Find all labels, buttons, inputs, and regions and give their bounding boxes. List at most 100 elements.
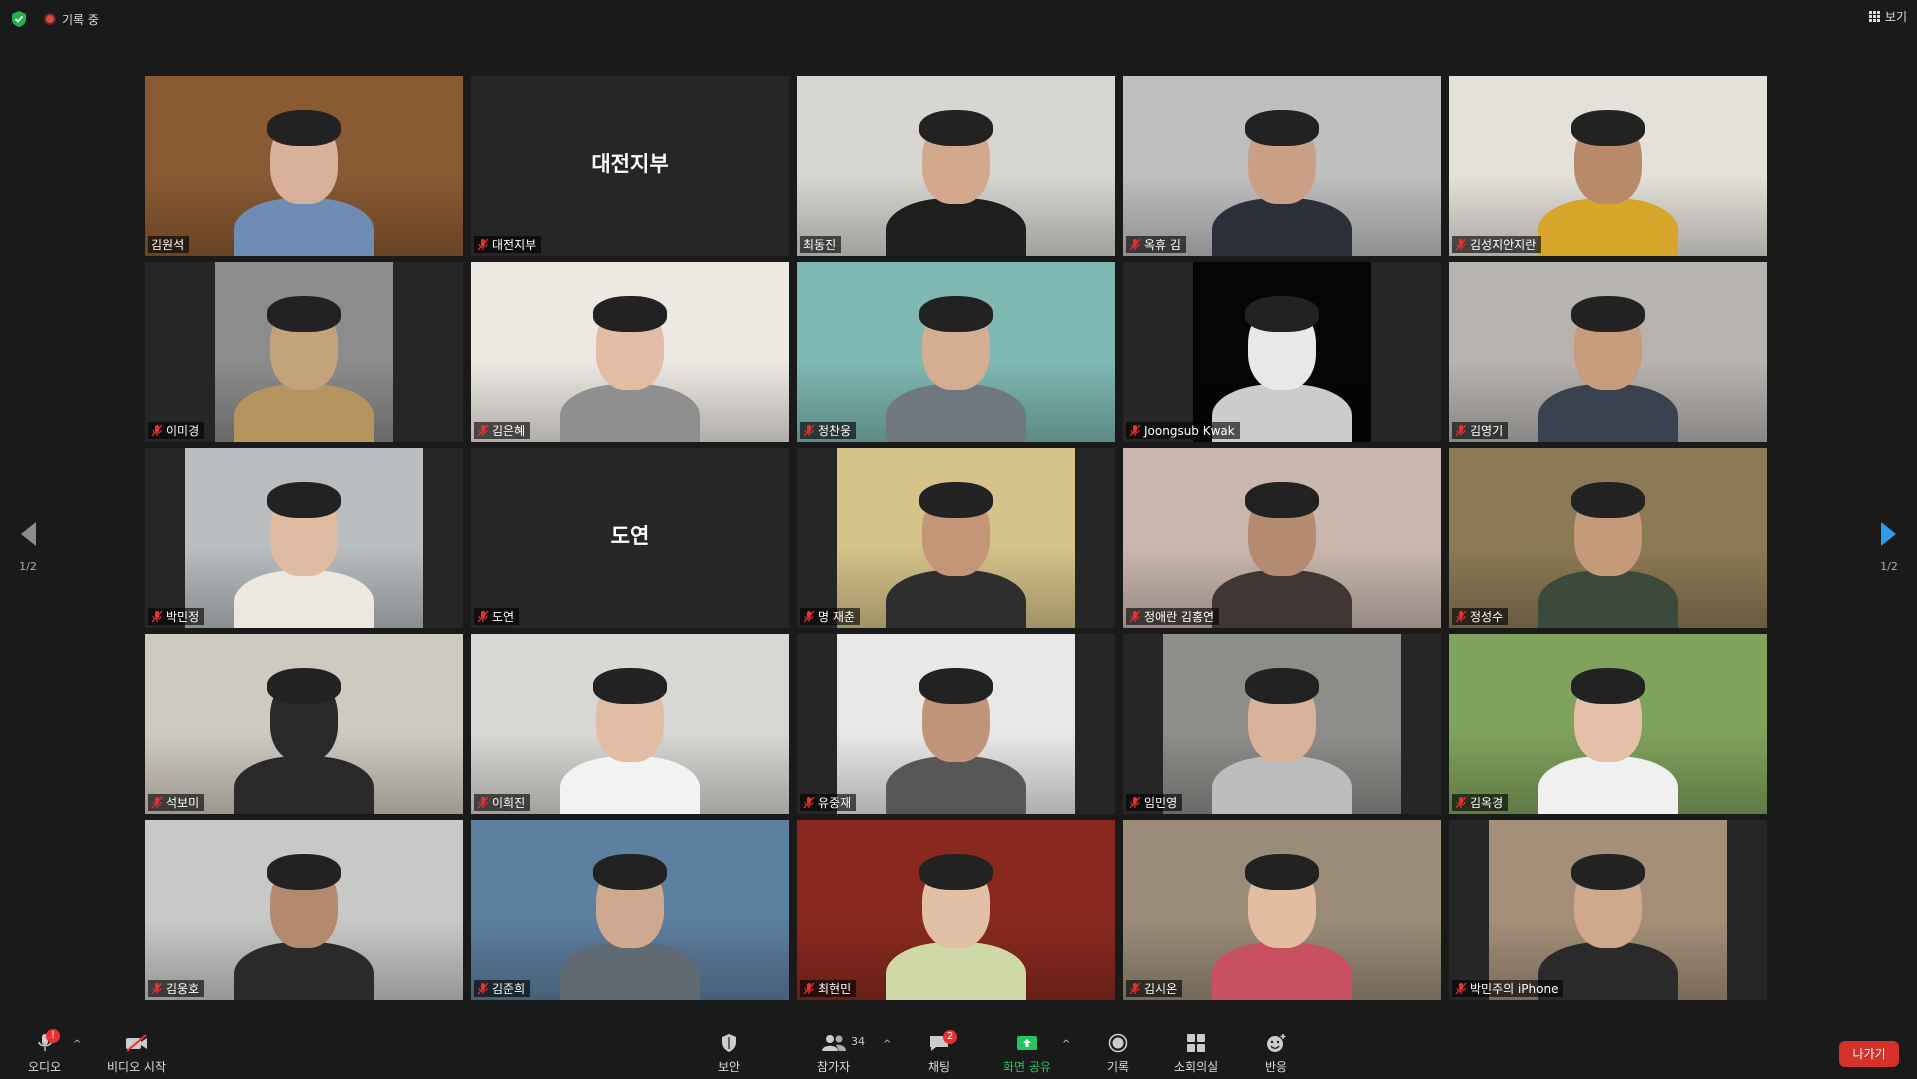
prev-page-control[interactable]: 1/2 — [14, 520, 42, 573]
participant-silhouette-body — [234, 756, 374, 814]
participant-silhouette-hair — [919, 482, 993, 518]
participant-name-tag: 김옥경 — [1452, 794, 1509, 811]
participant-tile[interactable]: 김성지안지란 — [1449, 76, 1767, 256]
participant-tile[interactable]: 이희진 — [471, 634, 789, 814]
participant-tile[interactable]: 옥휴 김 — [1123, 76, 1441, 256]
participant-name-tag: 김영기 — [1452, 422, 1509, 439]
participant-silhouette-hair — [267, 854, 341, 890]
participant-silhouette-body — [234, 198, 374, 256]
participant-name-tag: 정애란 김홍연 — [1126, 608, 1220, 625]
reactions-button[interactable]: 반응 — [1265, 1033, 1287, 1075]
grid-view-icon — [1868, 11, 1880, 22]
share-screen-label: 화면 공유 — [1003, 1060, 1051, 1074]
participant-tile[interactable]: 박민정 — [145, 448, 463, 628]
chat-label: 채팅 — [928, 1060, 951, 1074]
mic-muted-icon — [1455, 796, 1467, 809]
view-label: 보기 — [1884, 10, 1907, 24]
meeting-toolbar: 오디오 ! ^ 비디오 시작 보안 참가자 34 ^ 채팅 2 화면 공유 ^ … — [0, 1009, 1917, 1079]
participant-silhouette-body — [234, 570, 374, 628]
participant-tile[interactable]: 임민영 — [1123, 634, 1441, 814]
mic-muted-icon — [151, 610, 163, 623]
participant-name-label: 도연 — [492, 610, 515, 624]
participant-name-label: 박민정 — [166, 610, 200, 624]
participant-silhouette-body — [1212, 198, 1352, 256]
participant-name-tag: 석보미 — [148, 794, 205, 811]
mic-muted-icon — [151, 982, 163, 995]
participant-tile[interactable]: 정애란 김홍연 — [1123, 448, 1441, 628]
participant-silhouette-body — [1212, 570, 1352, 628]
participant-video — [1123, 448, 1441, 628]
participant-tile[interactable]: Joongsub Kwak — [1123, 262, 1441, 442]
participant-name-tag: 옥휴 김 — [1126, 236, 1186, 253]
participant-tile[interactable]: 유중재 — [797, 634, 1115, 814]
participant-tile[interactable]: 김웅호 — [145, 820, 463, 1000]
participant-name-tag: 이미경 — [148, 422, 205, 439]
participant-tile[interactable]: 최동진 — [797, 76, 1115, 256]
share-screen-icon — [1016, 1036, 1037, 1050]
participant-name-tag: 김성지안지란 — [1452, 236, 1542, 253]
participant-name-tag: 유중재 — [800, 794, 857, 811]
participant-tile[interactable]: 김시온 — [1123, 820, 1441, 1000]
participant-video — [215, 262, 393, 442]
participant-name-tag: 명 재춘 — [800, 608, 860, 625]
breakout-rooms-button[interactable]: 소회의실 — [1174, 1033, 1218, 1075]
participant-tile[interactable]: 이미경 — [145, 262, 463, 442]
participant-silhouette-hair — [267, 482, 341, 518]
leave-button[interactable]: 나가기 — [1839, 1041, 1899, 1067]
participant-name-label: 이희진 — [492, 796, 526, 810]
participant-name-label: 명 재춘 — [818, 610, 855, 624]
participant-name-label: 정찬웅 — [818, 424, 852, 438]
audio-options-caret[interactable]: ^ — [73, 1039, 81, 1050]
participant-tile[interactable]: 박민주의 iPhone — [1449, 820, 1767, 1000]
participant-silhouette-hair — [267, 296, 341, 332]
start-video-button[interactable]: 비디오 시작 — [107, 1033, 166, 1075]
participant-name-label: Joongsub Kwak — [1144, 423, 1235, 438]
participant-name-label: 김옥경 — [1470, 796, 1504, 810]
next-page-control[interactable]: 1/2 — [1875, 520, 1903, 573]
page-indicator-right: 1/2 — [1880, 560, 1898, 573]
participant-video — [797, 76, 1115, 256]
participant-tile[interactable]: 최현민 — [797, 820, 1115, 1000]
participant-name-label: 최동진 — [803, 238, 837, 252]
participant-silhouette-body — [1538, 756, 1678, 814]
share-screen-button[interactable]: 화면 공유 — [1003, 1033, 1051, 1075]
participant-silhouette-body — [886, 198, 1026, 256]
participant-tile[interactable]: 김옥경 — [1449, 634, 1767, 814]
participant-video — [185, 448, 423, 628]
participant-silhouette-hair — [1245, 110, 1319, 146]
participant-tile[interactable]: 김원석 — [145, 76, 463, 256]
participant-name-label: 정애란 김홍연 — [1144, 610, 1215, 624]
participant-tile[interactable]: 정찬웅 — [797, 262, 1115, 442]
chevron-left-icon[interactable] — [18, 520, 38, 548]
share-options-caret[interactable]: ^ — [1062, 1039, 1070, 1050]
participant-silhouette-hair — [267, 668, 341, 704]
participant-tile[interactable]: 김준희 — [471, 820, 789, 1000]
participant-tile[interactable]: 도연 도연 — [471, 448, 789, 628]
participant-name-label: 유중재 — [818, 796, 852, 810]
view-button[interactable]: 보기 — [1868, 8, 1907, 25]
participant-tile[interactable]: 석보미 — [145, 634, 463, 814]
participants-options-caret[interactable]: ^ — [883, 1039, 891, 1050]
participant-name-label: 김은혜 — [492, 424, 526, 438]
shield-check-icon[interactable] — [10, 10, 28, 28]
security-button[interactable]: 보안 — [718, 1033, 740, 1075]
participant-name-label: 김성지안지란 — [1470, 238, 1537, 252]
shield-icon — [722, 1034, 737, 1052]
participant-tile[interactable]: 명 재춘 — [797, 448, 1115, 628]
top-bar: 기록 중 보기 — [0, 0, 1917, 36]
record-button[interactable]: 기록 — [1107, 1033, 1129, 1075]
participant-video — [1489, 820, 1727, 1000]
breakout-rooms-label: 소회의실 — [1174, 1060, 1219, 1074]
chevron-right-icon[interactable] — [1879, 520, 1899, 548]
participants-button[interactable]: 참가자 — [817, 1033, 850, 1075]
participant-video — [1193, 262, 1371, 442]
audio-label: 오디오 — [28, 1060, 62, 1074]
recording-indicator[interactable]: 기록 중 — [44, 10, 99, 28]
participant-tile[interactable]: 대전지부 대전지부 — [471, 76, 789, 256]
participant-tile[interactable]: 김은혜 — [471, 262, 789, 442]
participant-silhouette-body — [886, 942, 1026, 1000]
participant-tile[interactable]: 정성수 — [1449, 448, 1767, 628]
participant-tile[interactable]: 김영기 — [1449, 262, 1767, 442]
record-label: 기록 — [1107, 1060, 1130, 1074]
participant-name-tag: Joongsub Kwak — [1126, 422, 1240, 439]
